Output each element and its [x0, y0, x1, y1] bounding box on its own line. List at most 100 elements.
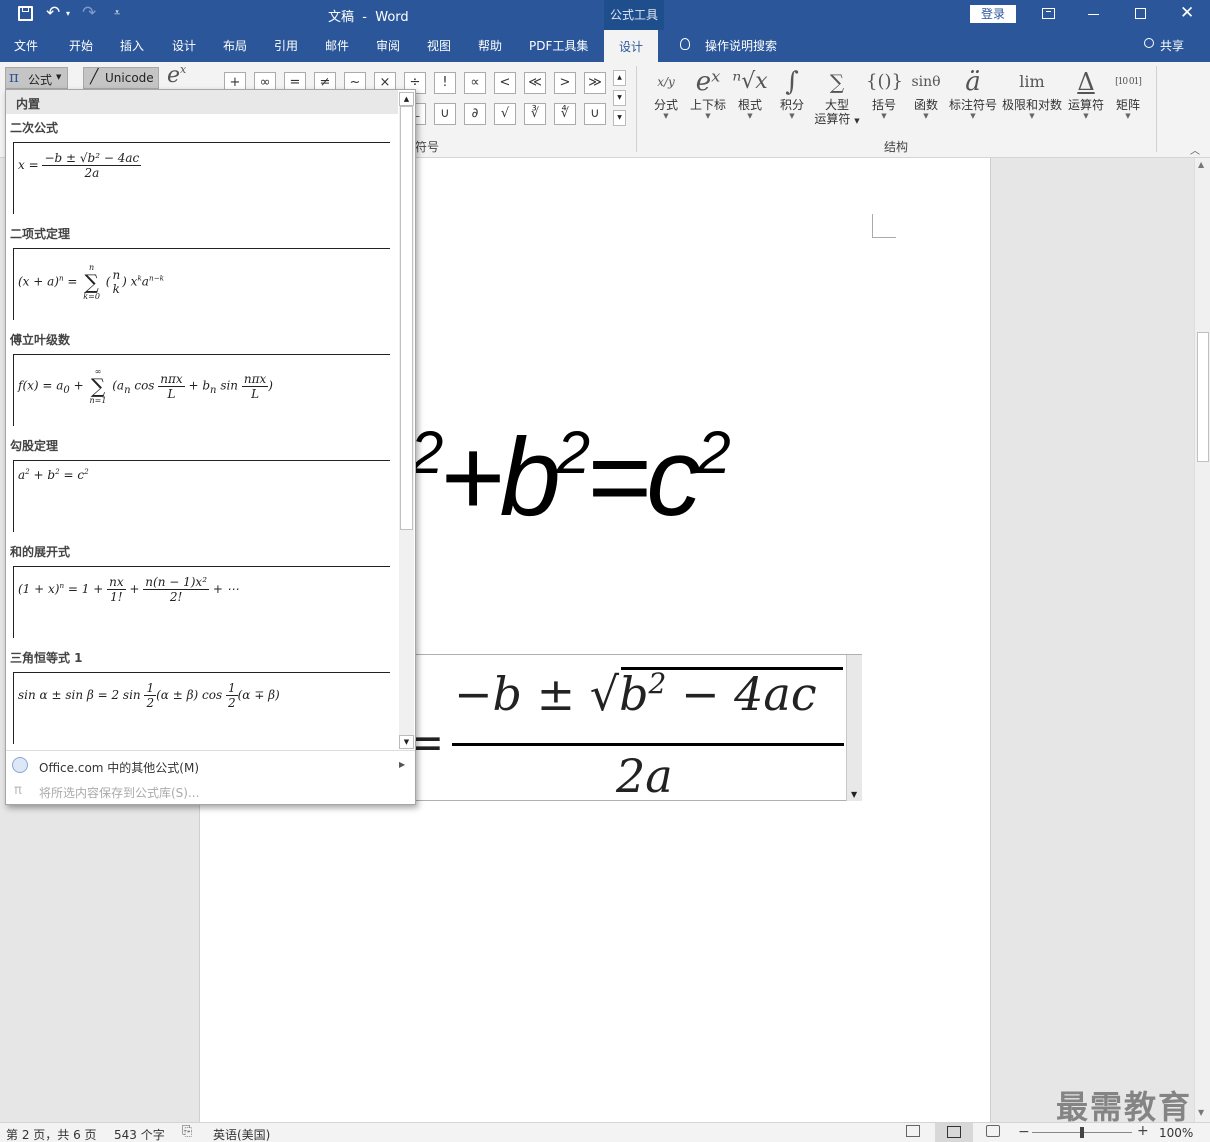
window-title: 文稿 - Word	[328, 10, 409, 25]
tab-mailings[interactable]: 邮件	[325, 37, 349, 54]
symbol-much-greater[interactable]: ≫	[584, 72, 606, 94]
symbol-greater-than[interactable]: >	[554, 72, 576, 94]
symbols-scroll-up-icon[interactable]: ▲	[613, 70, 626, 86]
share-button[interactable]: 共享	[1160, 37, 1184, 54]
accent-button[interactable]: ä 标注符号 ▼	[948, 66, 998, 120]
gallery-item-binomial[interactable]: (x + a)n = n ∑ k=0 (n k) xkan−k	[13, 248, 390, 320]
symbol-much-less[interactable]: ≪	[524, 72, 546, 94]
scroll-down-icon[interactable]: ▼	[399, 735, 414, 749]
symbol-cube-root[interactable]: ∛	[524, 103, 546, 125]
web-layout-icon[interactable]	[986, 1125, 1000, 1137]
save-icon[interactable]	[18, 6, 33, 21]
symbol-partial[interactable]: ∂	[464, 103, 486, 125]
collapse-ribbon-icon[interactable]: ︿	[1190, 142, 1200, 157]
page-count[interactable]: 第 2 页，共 6 页	[6, 1126, 97, 1142]
chevron-down-icon: ▼	[881, 112, 887, 120]
gallery-item-quadratic[interactable]: x = −b ± √b² − 4ac 2a	[13, 142, 390, 214]
gallery-scroll-thumb[interactable]	[400, 106, 413, 530]
scroll-up-icon[interactable]: ▲	[399, 92, 414, 106]
gallery-item-title: 三角恒等式 1	[10, 651, 83, 665]
tab-file[interactable]: 文件	[14, 37, 38, 54]
chevron-down-icon: ▼	[923, 112, 929, 120]
login-button[interactable]: 登录	[970, 5, 1016, 23]
word-count[interactable]: 543 个字	[114, 1126, 165, 1142]
gallery-scrollbar[interactable]: ▲ ▼	[399, 92, 414, 749]
office-globe-icon	[12, 757, 28, 773]
close-icon[interactable]: ✕	[1180, 3, 1194, 23]
tab-pdf-tools[interactable]: PDF工具集	[529, 37, 588, 54]
fraction-button[interactable]: x/y 分式 ▼	[648, 66, 684, 120]
tab-design[interactable]: 设计	[172, 37, 196, 54]
maximize-icon[interactable]	[1135, 8, 1146, 19]
gallery-item-taylor[interactable]: (1 + x)n = 1 + nx 1! + n(n − 1)x² 2! + ⋯	[13, 566, 390, 638]
symbol-less-than[interactable]: <	[494, 72, 516, 94]
integral-button[interactable]: ∫ 积分 ▼	[774, 66, 810, 120]
ink-equation-icon[interactable]: ex	[167, 63, 186, 88]
gallery-item-pythagorean[interactable]: a2 + b2 = c2	[13, 460, 390, 532]
limit-log-button[interactable]: lim 极限和对数 ▼	[1001, 66, 1063, 120]
more-equations-link[interactable]: Office.com 中的其他公式(M) ▶	[6, 755, 415, 777]
scroll-down-icon[interactable]: ▼	[1198, 1108, 1204, 1117]
read-mode-icon[interactable]	[906, 1125, 920, 1137]
unicode-button[interactable]: ╱ Unicode	[83, 67, 159, 89]
gallery-item-title: 二项式定理	[10, 227, 71, 241]
radical-button[interactable]: ⁿ√x 根式 ▼	[732, 66, 768, 120]
chevron-down-icon: ▼	[56, 73, 62, 81]
ribbon-display-options-icon[interactable]	[1042, 8, 1055, 19]
scrollbar-thumb[interactable]	[1197, 332, 1209, 462]
binomial-formula-preview: (x + a)n = n ∑ k=0 (n k) xkan−k	[18, 263, 164, 301]
vertical-scrollbar[interactable]: ▲ ▼	[1194, 158, 1210, 1122]
matrix-label: 矩阵	[1115, 98, 1140, 112]
tab-help[interactable]: 帮助	[478, 37, 502, 54]
group-divider	[636, 66, 637, 152]
function-button[interactable]: sinθ 函数 ▼	[906, 66, 946, 120]
zoom-out-icon[interactable]: −	[1018, 1124, 1030, 1140]
equation-options-icon[interactable]: ▼	[846, 655, 862, 801]
delta-icon: Δ	[1077, 68, 1095, 96]
minimize-icon[interactable]	[1088, 14, 1099, 15]
tab-insert[interactable]: 插入	[120, 37, 144, 54]
tab-view[interactable]: 视图	[427, 37, 451, 54]
customize-qat-icon[interactable]: ⩡	[114, 6, 120, 20]
undo-dropdown-icon[interactable]: ▾	[66, 9, 70, 18]
tab-review[interactable]: 审阅	[376, 37, 400, 54]
bracket-button[interactable]: {()} 括号 ▼	[866, 66, 903, 120]
symbols-expand-icon[interactable]: ▼	[613, 110, 626, 126]
symbol-complement[interactable]: ∪	[434, 103, 456, 125]
tab-layout[interactable]: 布局	[223, 37, 247, 54]
limit-log-label: 极限和对数	[1001, 98, 1062, 112]
equation-dropdown-button[interactable]: π 公式 ▼	[5, 67, 68, 89]
matrix-button[interactable]: [10 01] 矩阵 ▼	[1108, 66, 1148, 120]
operator-button[interactable]: Δ 运算符 ▼	[1066, 66, 1106, 120]
symbol-factorial[interactable]: !	[434, 72, 456, 94]
symbols-scroll-down-icon[interactable]: ▼	[613, 90, 626, 106]
equation-numerator: −b ± √b2 − 4ac	[454, 667, 817, 721]
symbol-fourth-root[interactable]: ∜	[554, 103, 576, 125]
gallery-item-trig-identity[interactable]: sin α ± sin β = 2 sin 1 2 (α ± β) cos 1 2 (α…	[13, 672, 390, 744]
large-operator-button[interactable]: ∑ 大型 运算符 ▼	[812, 66, 862, 128]
script-button[interactable]: eˣ 上下标 ▼	[686, 66, 730, 120]
zoom-level[interactable]: 100%	[1159, 1126, 1193, 1140]
pythagorean-equation[interactable]: 2+b2=c2	[410, 413, 731, 560]
tab-home[interactable]: 开始	[69, 37, 93, 54]
chevron-down-icon: ▼	[663, 112, 669, 120]
redo-icon[interactable]: ↷	[82, 3, 96, 23]
scroll-up-icon[interactable]: ▲	[1198, 160, 1204, 169]
symbol-union[interactable]: ∪	[584, 103, 606, 125]
trig-identity-preview: sin α ± sin β = 2 sin 1 2 (α ± β) cos 1 2 (α…	[18, 681, 280, 710]
chevron-down-icon: ▼	[854, 117, 860, 125]
symbol-proportional[interactable]: ∝	[464, 72, 486, 94]
undo-icon[interactable]: ↶	[46, 3, 60, 23]
tab-equation-design[interactable]: 设计	[604, 30, 659, 62]
tell-me-search[interactable]: 操作说明搜索	[705, 37, 777, 54]
chevron-down-icon: ▼	[747, 112, 753, 120]
print-layout-icon[interactable]	[935, 1123, 973, 1142]
language-indicator[interactable]: 英语(美国)	[213, 1126, 270, 1142]
zoom-in-icon[interactable]: +	[1137, 1123, 1149, 1139]
zoom-slider-thumb[interactable]	[1080, 1127, 1084, 1138]
quadratic-equation-box[interactable]: ▼ = −b ± √b2 − 4ac 2a	[406, 654, 862, 803]
symbol-sqrt[interactable]: √	[494, 103, 516, 125]
proofing-icon[interactable]: ⎘	[182, 1124, 192, 1139]
gallery-item-fourier[interactable]: f(x) = a0 + ∞ ∑ n=1 (an cos nπx L + bn sin …	[13, 354, 390, 426]
tab-references[interactable]: 引用	[274, 37, 298, 54]
